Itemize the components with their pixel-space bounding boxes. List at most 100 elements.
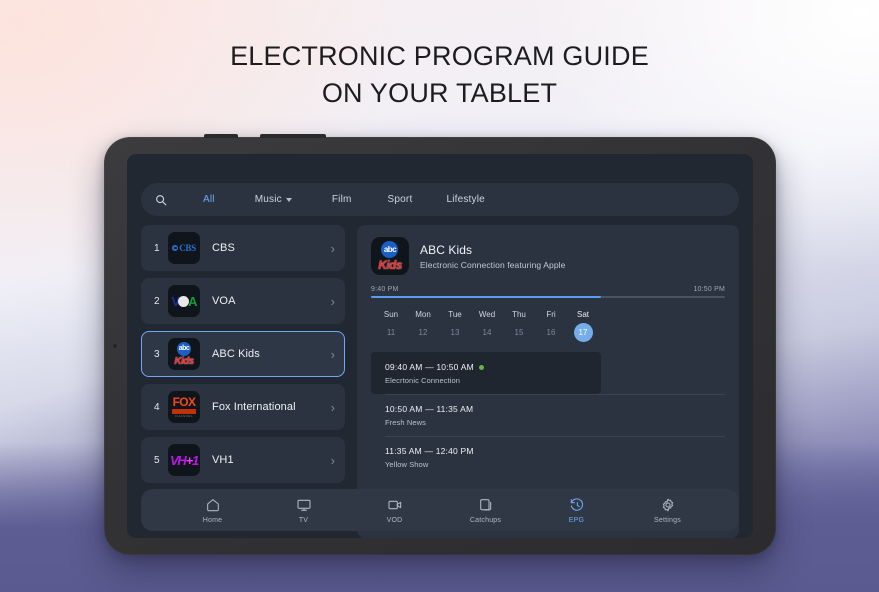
nav-item-vod[interactable]: VOD	[363, 497, 427, 524]
channel-number: 4	[154, 401, 160, 413]
filter-bar: All Music Film Sport Lifestyle	[141, 183, 739, 216]
date-dow: Fri	[546, 310, 556, 319]
filter-chip-sport[interactable]: Sport	[388, 194, 413, 205]
progress-bar[interactable]	[371, 296, 725, 298]
nav-item-settings-label: Settings	[654, 516, 681, 524]
abc-kids-logo: abc Kids	[168, 338, 200, 370]
tablet-volume-button[interactable]	[260, 134, 326, 138]
program-time: 09:40 AM — 10:50 AM	[385, 362, 474, 372]
chevron-right-icon: ›	[330, 346, 335, 362]
filter-chip-music[interactable]: Music	[255, 194, 292, 205]
program-name: Elecrtonic Connection	[385, 376, 461, 385]
date-cell-thu[interactable]: Thu 15	[503, 310, 535, 342]
tablet-device-frame: All Music Film Sport Lifestyle 1 CBS CBS…	[104, 134, 776, 555]
channel-row-vh1[interactable]: 5 VH+1 VH1 ›	[141, 437, 345, 483]
chevron-right-icon: ›	[330, 240, 335, 256]
channel-row-fox-international[interactable]: 4 FOX CHANNEL Fox International ›	[141, 384, 345, 430]
filter-chip-lifestyle-label: Lifestyle	[446, 194, 485, 205]
program-row[interactable]: 10:50 AM — 11:35 AM Fresh News	[371, 394, 725, 436]
channel-name: VOA	[212, 295, 236, 307]
program-row[interactable]: 11:35 AM — 12:40 PM Yellow Show	[371, 436, 725, 478]
channel-row-voa[interactable]: 2 VA VOA ›	[141, 278, 345, 324]
channel-name: Fox International	[212, 401, 296, 413]
video-camera-icon	[387, 500, 401, 509]
timeline-start-time: 9:40 PM	[371, 286, 399, 293]
channel-row-abc-kids[interactable]: 3 abc Kids ABC Kids ›	[141, 331, 345, 377]
date-day: 12	[418, 328, 428, 337]
nav-item-vod-label: VOD	[386, 516, 403, 524]
filter-chip-all[interactable]: All	[203, 194, 215, 205]
program-time: 11:35 AM — 12:40 PM	[385, 446, 474, 456]
live-indicator-icon	[478, 364, 484, 370]
program-name: Fresh News	[385, 418, 427, 427]
channel-row-cbs[interactable]: 1 CBS CBS ›	[141, 225, 345, 271]
nav-item-settings[interactable]: Settings	[636, 497, 700, 524]
date-dow: Sat	[576, 310, 589, 319]
nav-item-catchups-label: Catchups	[469, 516, 502, 524]
channel-name: VH1	[212, 454, 234, 466]
page-title-line-1: ELECTRONIC PROGRAM GUIDE	[230, 41, 649, 71]
chevron-right-icon: ›	[330, 293, 335, 309]
filter-chip-all-label: All	[203, 194, 215, 205]
date-cell-tue[interactable]: Tue 13	[439, 310, 471, 342]
vh1-logo: VH+1	[168, 444, 200, 476]
program-time: 10:50 AM — 11:35 AM	[385, 404, 474, 414]
channel-number: 2	[154, 295, 160, 307]
tablet-camera-icon	[112, 343, 118, 349]
filter-chip-lifestyle[interactable]: Lifestyle	[446, 194, 485, 205]
date-day: 14	[482, 328, 492, 337]
chevron-right-icon: ›	[330, 452, 335, 468]
date-cell-mon[interactable]: Mon 12	[407, 310, 439, 342]
tablet-power-button[interactable]	[204, 134, 238, 138]
program-name: Yellow Show	[385, 460, 429, 469]
date-dow: Thu	[512, 310, 526, 319]
chevron-right-icon: ›	[330, 399, 335, 415]
layers-icon	[479, 498, 491, 511]
bottom-navigation-bar: Home TV VOD Catchups EPG Settings	[141, 489, 739, 531]
date-dow: Sun	[383, 310, 399, 319]
channel-number: 5	[154, 454, 160, 466]
filter-chip-film-label: Film	[331, 194, 352, 205]
nav-item-catchups[interactable]: Catchups	[454, 497, 518, 524]
date-day: 11	[386, 328, 396, 337]
date-cell-fri[interactable]: Fri 16	[535, 310, 567, 342]
date-cell-sun[interactable]: Sun 11	[375, 310, 407, 342]
fox-logo: FOX CHANNEL	[168, 391, 200, 423]
nav-item-home-label: Home	[202, 516, 223, 524]
progress-bar-fill	[371, 296, 602, 298]
date-cell-wed[interactable]: Wed 14	[471, 310, 503, 342]
gear-icon	[662, 498, 673, 511]
tablet-screen: All Music Film Sport Lifestyle 1 CBS CBS…	[127, 154, 753, 538]
date-day: 13	[450, 328, 460, 337]
date-cell-sat[interactable]: Sat 17	[567, 310, 599, 342]
nav-item-tv-label: TV	[298, 516, 309, 524]
program-header: abc Kids ABC Kids Electronic Connection f…	[371, 237, 725, 275]
home-icon	[206, 498, 219, 511]
timeline-end-time: 10:50 PM	[693, 286, 725, 293]
search-icon[interactable]	[155, 194, 181, 206]
channel-name: ABC Kids	[212, 348, 260, 360]
detail-channel-title: ABC Kids	[420, 242, 473, 257]
date-day: 17	[573, 323, 593, 342]
history-clock-icon	[570, 497, 583, 511]
page-title: ELECTRONIC PROGRAM GUIDE ON YOUR TABLET	[0, 38, 879, 112]
channel-number: 3	[154, 348, 160, 360]
voa-logo: VA	[168, 285, 200, 317]
nav-item-home[interactable]: Home	[181, 497, 245, 524]
date-selector[interactable]: Sun 11 Mon 12 Tue 13 Wed 14 Thu 15 Fri 1…	[371, 310, 725, 342]
detail-now-playing: Electronic Connection featuring Apple	[420, 259, 566, 270]
program-row-current[interactable]: 09:40 AM — 10:50 AM Elecrtonic Connectio…	[371, 352, 602, 394]
date-dow: Mon	[415, 310, 431, 319]
cbs-logo: CBS	[168, 232, 200, 264]
nav-item-tv[interactable]: TV	[272, 497, 336, 524]
filter-chip-film[interactable]: Film	[332, 194, 352, 205]
date-dow: Tue	[448, 310, 462, 319]
date-dow: Wed	[478, 310, 496, 319]
nav-item-epg[interactable]: EPG	[545, 497, 609, 524]
date-day: 16	[546, 328, 556, 337]
channel-name: CBS	[212, 242, 235, 254]
page-title-line-2: ON YOUR TABLET	[321, 78, 558, 108]
program-timeline: 9:40 PM 10:50 PM	[371, 286, 725, 298]
filter-chip-music-label: Music	[254, 194, 282, 205]
filter-chip-sport-label: Sport	[387, 194, 413, 205]
